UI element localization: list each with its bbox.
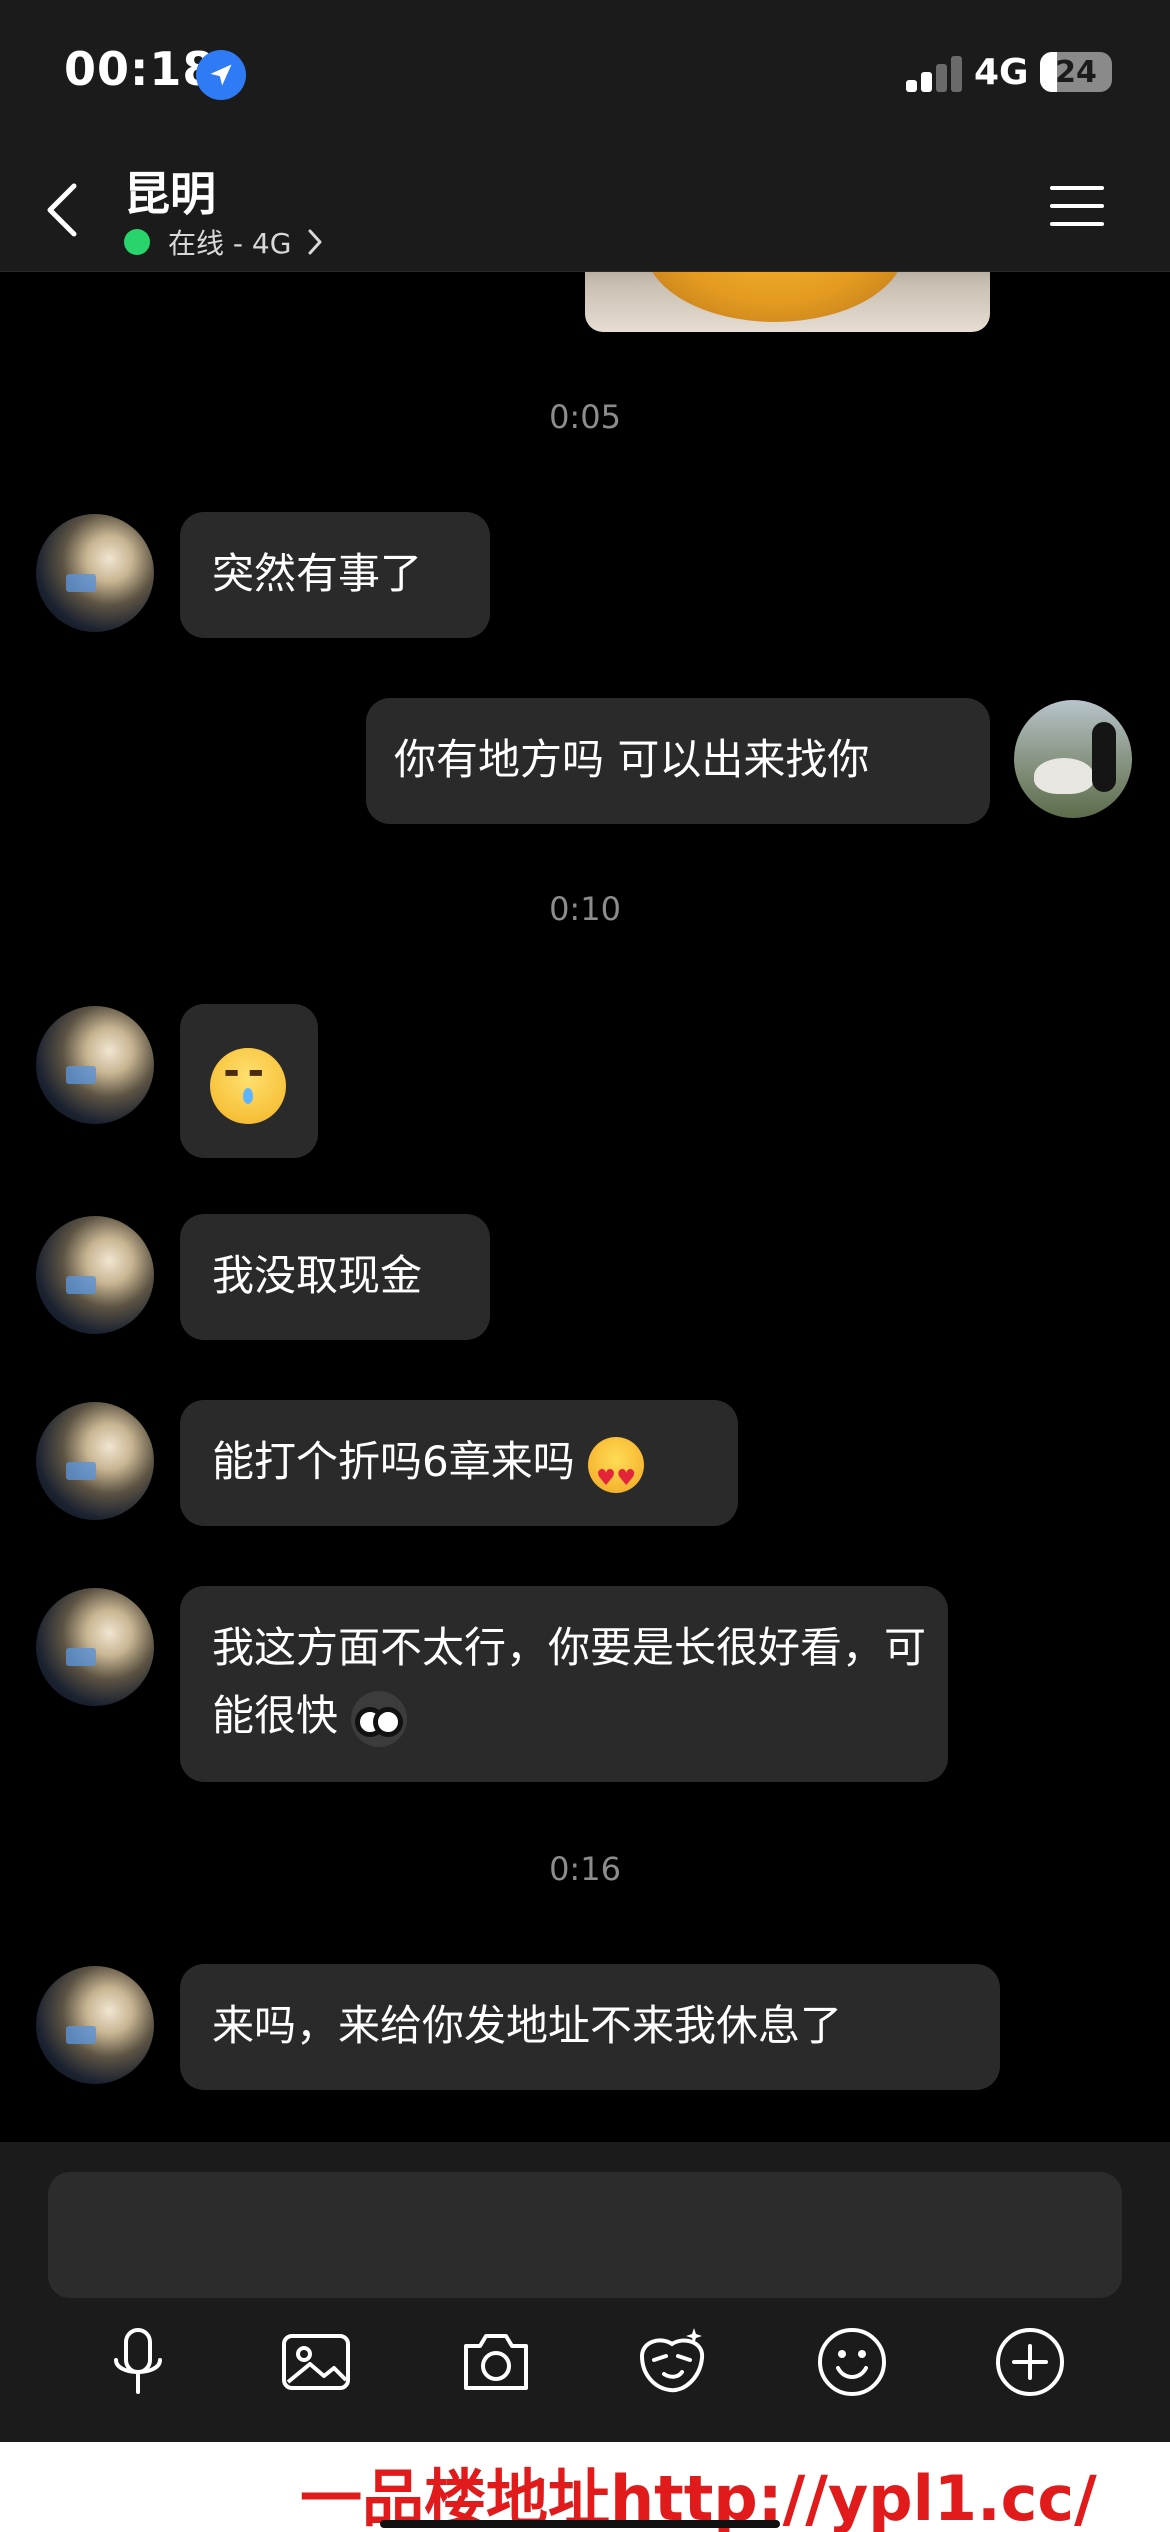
home-indicator <box>380 2520 780 2528</box>
contact-avatar[interactable] <box>36 1588 154 1706</box>
contact-avatar[interactable] <box>36 514 154 632</box>
network-type: 4G <box>974 52 1029 93</box>
message-text: 突然有事了 <box>212 549 423 598</box>
message-text: 我这方面不太行，你要是长很好看，可能很快 <box>212 1614 932 1750</box>
hamburger-menu-icon[interactable] <box>1050 184 1104 228</box>
timestamp: 0:10 <box>549 890 621 928</box>
message-bubble-received[interactable]: 我没取现金 <box>180 1214 490 1340</box>
emoji-sweat-icon <box>210 1048 286 1124</box>
message-bubble-received[interactable]: 来吗，来给你发地址不来我休息了 <box>180 1964 1000 2090</box>
message-text-content: 能打个折吗6章来吗 <box>212 1437 575 1486</box>
message-bubble-received[interactable] <box>180 1004 318 1158</box>
composer <box>0 2142 1170 2442</box>
contact-status[interactable]: 在线 - 4G <box>124 222 325 262</box>
battery-icon: 24 <box>1040 52 1112 92</box>
emoji-icon[interactable] <box>812 2322 892 2402</box>
image-message[interactable] <box>585 272 990 332</box>
contact-name[interactable]: 昆明 <box>124 158 216 224</box>
message-text: 来吗，来给你发地址不来我休息了 <box>212 2001 843 2050</box>
chat-screen: 00:18 4G 24 昆明 在线 - 4G 0:05 突然有事了 你有地方吗 … <box>0 0 1170 2532</box>
online-status-dot <box>124 229 150 255</box>
contact-avatar[interactable] <box>36 1006 154 1124</box>
signal-strength-icon <box>906 56 962 92</box>
battery-percentage: 24 <box>1055 55 1097 90</box>
chat-header: 昆明 在线 - 4G <box>0 140 1170 272</box>
status-time: 00:18 <box>64 42 216 96</box>
heart-eyes-emoji-icon <box>588 1436 645 1513</box>
message-bubble-sent[interactable]: 你有地方吗 可以出来找你 <box>366 698 990 824</box>
timestamp: 0:16 <box>549 1850 621 1888</box>
chevron-right-icon <box>308 229 322 255</box>
eyes-emoji-icon <box>351 1690 408 1747</box>
message-text: 你有地方吗 可以出来找你 <box>394 735 870 784</box>
message-text: 能打个折吗6章来吗 <box>212 1428 645 1513</box>
message-text: 我没取现金 <box>212 1251 423 1300</box>
microphone-icon[interactable] <box>98 2322 178 2402</box>
watermark: 一品楼地址http://ypl1.cc/ <box>0 2442 1170 2532</box>
contact-avatar[interactable] <box>36 1402 154 1520</box>
location-arrow-icon <box>196 50 246 100</box>
sticker-icon[interactable] <box>632 2322 712 2402</box>
message-bubble-received[interactable]: 我这方面不太行，你要是长很好看，可能很快 <box>180 1586 948 1782</box>
message-bubble-received[interactable]: 能打个折吗6章来吗 <box>180 1400 738 1526</box>
status-bar: 00:18 4G 24 <box>0 0 1170 140</box>
message-text-content: 我这方面不太行，你要是长很好看，可能很快 <box>212 1623 927 1740</box>
timestamp: 0:05 <box>549 398 621 436</box>
plus-icon[interactable] <box>990 2322 1070 2402</box>
image-icon[interactable] <box>276 2322 356 2402</box>
status-text: 在线 - 4G <box>168 227 292 260</box>
contact-avatar[interactable] <box>36 1216 154 1334</box>
message-input[interactable] <box>48 2172 1122 2298</box>
message-bubble-received[interactable]: 突然有事了 <box>180 512 490 638</box>
contact-avatar[interactable] <box>36 1966 154 2084</box>
camera-icon[interactable] <box>456 2322 536 2402</box>
chevron-left-icon[interactable] <box>40 174 88 246</box>
toy-photo <box>645 272 905 322</box>
my-avatar[interactable] <box>1014 700 1132 818</box>
message-list[interactable]: 0:05 突然有事了 你有地方吗 可以出来找你 0:10 我没取现金 能打个折吗… <box>0 272 1170 2142</box>
